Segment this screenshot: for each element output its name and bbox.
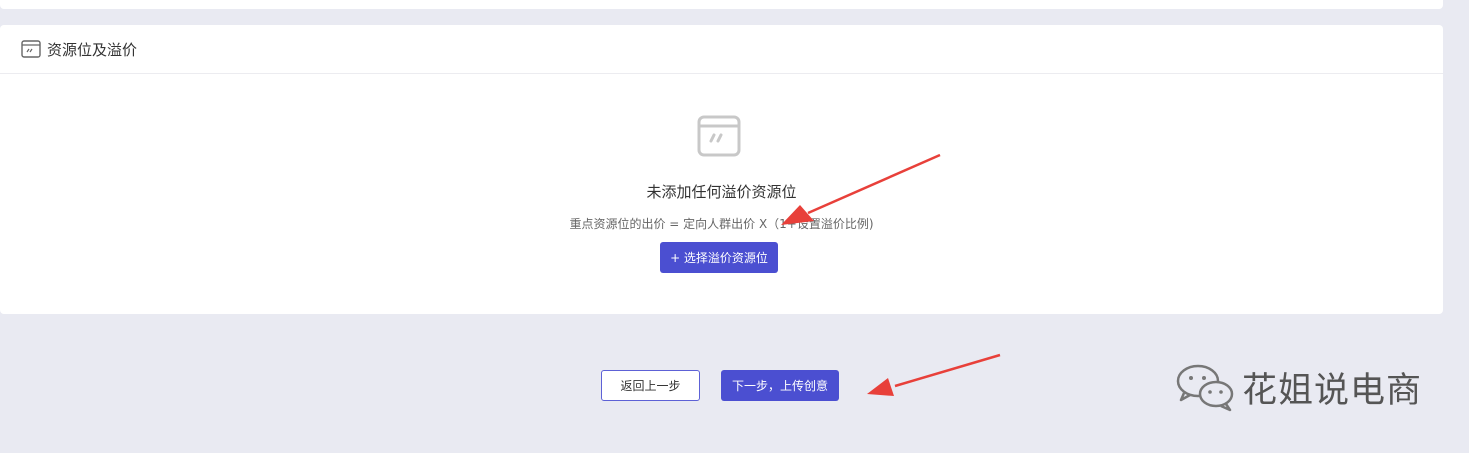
empty-state-description: 重点资源位的出价 = 定向人群出价 X（1+设置溢价比例): [569, 217, 874, 231]
card-header: 资源位及溢价: [0, 25, 1443, 74]
next-upload-creative-button[interactable]: 下一步，上传创意: [721, 370, 839, 401]
previous-card-bottom: [0, 0, 1443, 9]
back-button[interactable]: 返回上一步: [601, 370, 700, 401]
empty-state-title: 未添加任何溢价资源位: [646, 183, 797, 201]
wechat-icon: [1176, 364, 1234, 412]
resource-slot-icon: [21, 40, 41, 58]
resource-premium-card: 资源位及溢价 未添加任何溢价资源位 重点资源位的出价 = 定向人群出价 X（1+…: [0, 25, 1443, 314]
watermark: 花姐说电商: [1176, 362, 1422, 412]
watermark-text: 花姐说电商: [1242, 370, 1423, 411]
card-title: 资源位及溢价: [47, 40, 138, 59]
empty-state-icon: [697, 115, 741, 157]
annotation-arrow-bottom: [867, 353, 1001, 396]
select-premium-slot-button[interactable]: + 选择溢价资源位: [660, 242, 778, 273]
